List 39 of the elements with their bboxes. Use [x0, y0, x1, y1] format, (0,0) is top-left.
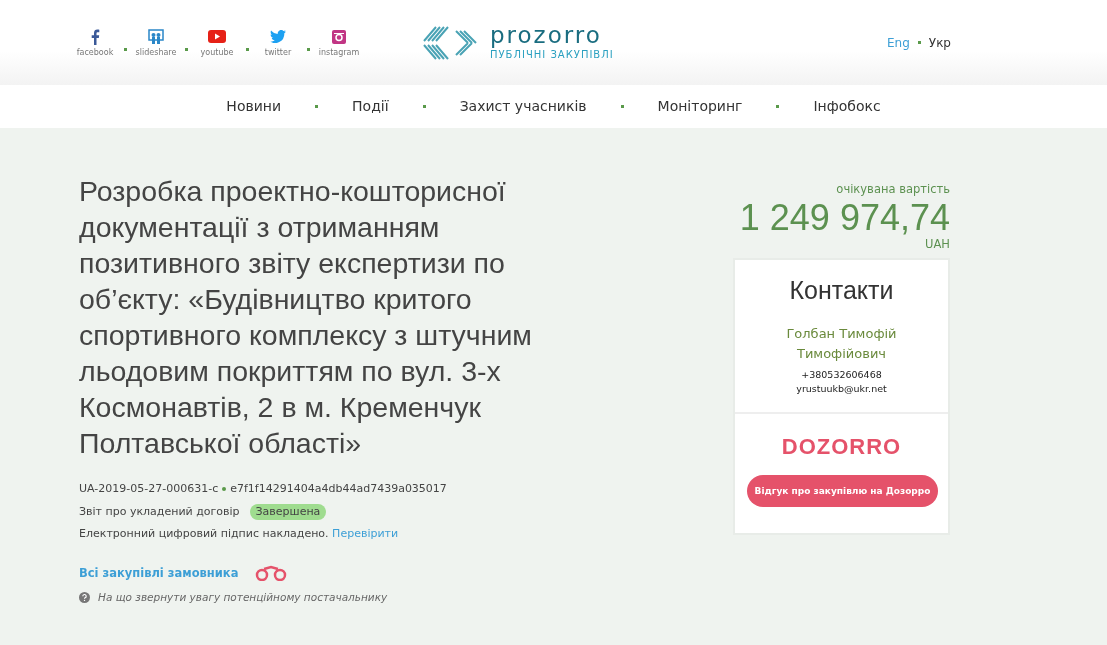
- nav-link[interactable]: Моніторинг: [657, 96, 743, 117]
- slideshare-icon: [148, 28, 164, 45]
- verify-link[interactable]: Перевірити: [332, 527, 399, 540]
- nav-link[interactable]: Новини: [226, 96, 282, 117]
- youtube-icon: [208, 30, 226, 43]
- contact-email: yrustuukb@ukr.net: [795, 382, 888, 396]
- tender-id: UA-2019-05-27-000631-c: [79, 481, 219, 497]
- instagram-icon: [332, 29, 346, 44]
- social-link[interactable]: twitter: [264, 46, 292, 59]
- nav-link[interactable]: Захист учасників: [459, 96, 587, 117]
- procedure-type: Звіт про укладений договір: [79, 503, 240, 520]
- logo-tagline: ПУБЛІЧНІ ЗАКУПІВЛІ: [490, 48, 614, 62]
- contact-phone: +380532606468: [800, 367, 883, 382]
- language-link[interactable]: Укр: [928, 33, 951, 52]
- dozorro-review-button[interactable]: Відгук про закупівлю на Дозорро: [747, 475, 938, 508]
- social-link[interactable]: facebook: [76, 46, 114, 59]
- social-link[interactable]: slideshare: [135, 46, 177, 59]
- social-link[interactable]: youtube: [200, 46, 234, 59]
- contact-name: Голбан Тимофій Тимофійович: [785, 324, 898, 363]
- currency-label: UAH: [924, 238, 950, 251]
- nav-link[interactable]: Інфобокс: [813, 96, 881, 117]
- social-link[interactable]: instagram: [318, 46, 360, 59]
- tender-title: Розробка проектно-кошторисної документації з отриманням позитивного звіту експертизи по об’єкту: «Будівництво критого спортивного комплексу з штучним льодовим покриттям по вул. 3-х Космонавтів, 2 в м. Кременчук Полтавської області»: [79, 174, 533, 461]
- facebook-icon: [90, 28, 100, 45]
- nav-link[interactable]: Події: [352, 96, 389, 117]
- value-label: очікувана вартість: [835, 181, 950, 198]
- logo-wordmark: prozorro: [490, 23, 603, 47]
- status-badge: Завершена: [249, 503, 327, 520]
- help-icon: [79, 592, 90, 604]
- binoculars-icon: [254, 565, 289, 582]
- tender-hash: e7f1f14291404a4db44ad7439a035017: [230, 481, 447, 497]
- signature-text: Електронний цифровий підпис накладено.: [79, 527, 329, 540]
- bird-icon: [270, 30, 286, 43]
- contacts-heading: Контакти: [788, 275, 895, 307]
- expected-value: 1 249 974,74: [738, 198, 950, 239]
- customer-procurements-link[interactable]: Всі закупівлі замовника: [79, 564, 239, 582]
- dozorro-logo: DOZORRO: [780, 433, 903, 462]
- supplier-hint: На що звернути увагу потенційному постачальнику: [98, 589, 388, 605]
- language-link[interactable]: Eng: [887, 33, 910, 52]
